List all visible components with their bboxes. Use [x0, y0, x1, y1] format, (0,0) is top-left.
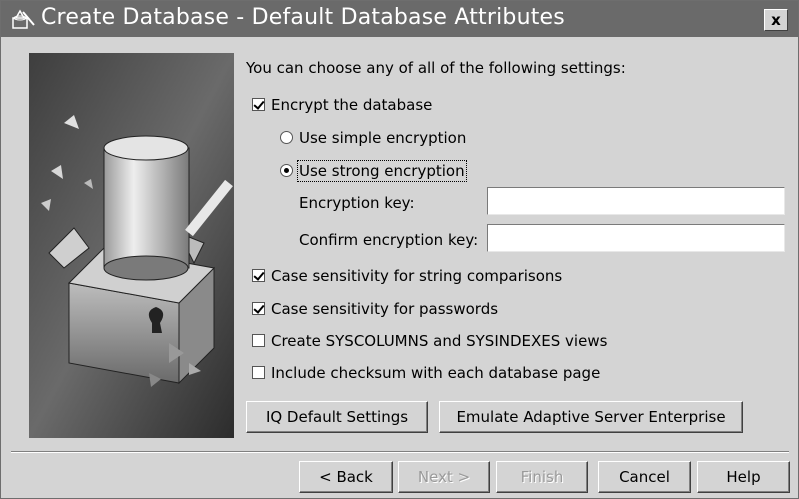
checksum-label[interactable]: Include checksum with each database page	[271, 364, 600, 382]
case-passwords-checkbox[interactable]	[252, 302, 265, 315]
next-button[interactable]: Next >	[398, 461, 490, 493]
database-wizard-icon	[12, 9, 35, 29]
encryption-key-label: Encryption key:	[299, 194, 415, 212]
checksum-checkbox[interactable]	[252, 366, 265, 379]
encrypt-checkbox[interactable]	[252, 98, 265, 111]
emulate-ase-button[interactable]: Emulate Adaptive Server Enterprise	[439, 401, 743, 433]
cancel-button[interactable]: Cancel	[598, 461, 691, 493]
simple-encryption-radio[interactable]	[280, 131, 293, 144]
close-button[interactable]: x	[764, 9, 788, 31]
encrypt-label[interactable]: Encrypt the database	[271, 96, 432, 114]
window-title: Create Database - Default Database Attri…	[41, 5, 565, 30]
back-button[interactable]: < Back	[299, 461, 393, 493]
confirm-key-label: Confirm encryption key:	[299, 231, 479, 249]
footer-separator	[11, 451, 789, 453]
encryption-key-input[interactable]	[487, 187, 785, 215]
syscolumns-checkbox[interactable]	[252, 334, 265, 347]
finish-button[interactable]: Finish	[496, 461, 588, 493]
case-strings-checkbox[interactable]	[252, 269, 265, 282]
strong-encryption-radio[interactable]	[280, 164, 293, 177]
case-passwords-label[interactable]: Case sensitivity for passwords	[271, 300, 498, 318]
title-bar[interactable]: Create Database - Default Database Attri…	[1, 1, 798, 37]
confirm-key-input[interactable]	[487, 224, 785, 252]
strong-encryption-label[interactable]: Use strong encryption	[297, 160, 467, 182]
case-strings-label[interactable]: Case sensitivity for string comparisons	[271, 267, 562, 285]
intro-text: You can choose any of all of the followi…	[246, 59, 626, 77]
database-cylinder-illustration	[29, 53, 234, 438]
syscolumns-label[interactable]: Create SYSCOLUMNS and SYSINDEXES views	[271, 332, 607, 350]
help-button[interactable]: Help	[697, 461, 790, 493]
dialog-window: Create Database - Default Database Attri…	[0, 0, 799, 499]
iq-default-settings-button[interactable]: IQ Default Settings	[246, 401, 428, 433]
simple-encryption-label[interactable]: Use simple encryption	[299, 129, 466, 147]
